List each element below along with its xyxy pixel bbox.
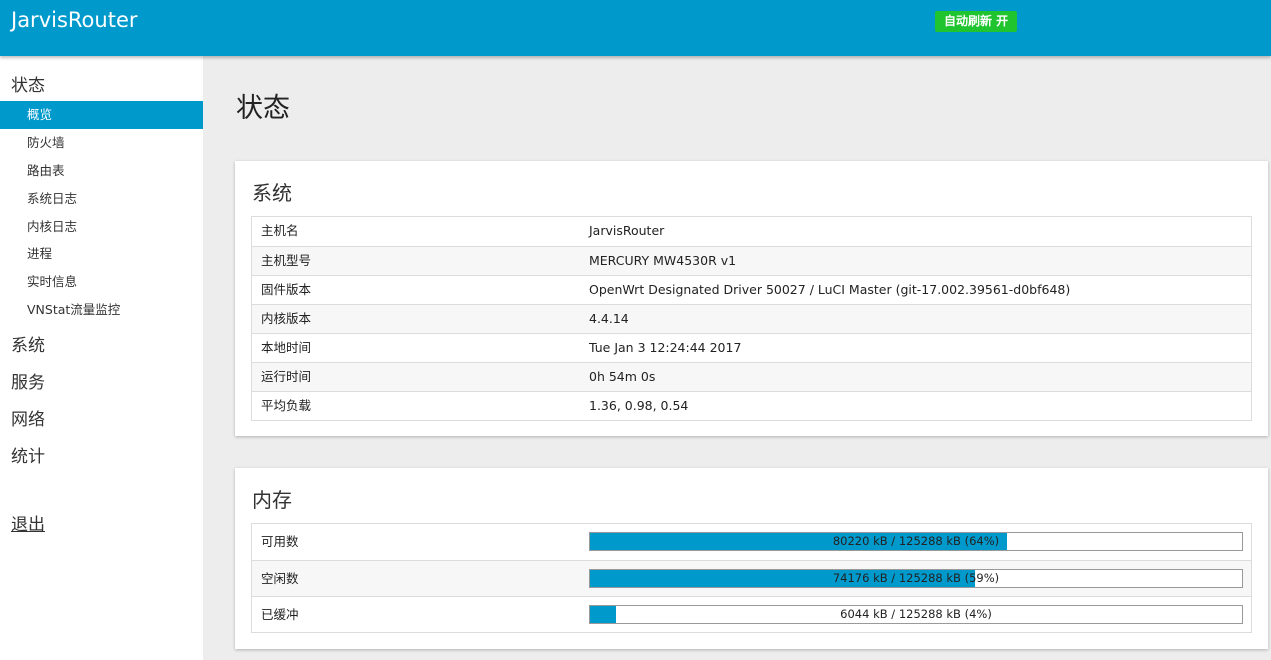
menu-category-status[interactable]: 状态 xyxy=(11,71,45,96)
sidebar: 状态 概览 防火墙 路由表 系统日志 内核日志 进程 实时信息 VNStat流量… xyxy=(0,56,203,660)
row-key: 固件版本 xyxy=(261,282,312,297)
row-key: 本地时间 xyxy=(261,340,312,355)
menu-item-routes[interactable]: 路由表 xyxy=(0,157,203,185)
system-card-title: 系统 xyxy=(252,181,292,205)
table-row: 空闲数 74176 kB / 125288 kB (59%) xyxy=(252,560,1251,596)
system-card: 系统 主机名 JarvisRouter 主机型号 MERCURY MW4530R… xyxy=(235,161,1268,436)
menu-item-vnstat[interactable]: VNStat流量监控 xyxy=(0,296,203,324)
menu-category-system[interactable]: 系统 xyxy=(11,331,45,356)
load-average-value: 1.36, 0.98, 0.54 xyxy=(589,398,689,413)
row-key: 可用数 xyxy=(261,534,299,549)
progress-text: 74176 kB / 125288 kB (59%) xyxy=(832,571,1000,585)
available-memory-bar: 80220 kB / 125288 kB (64%) xyxy=(589,532,1243,551)
buffered-memory-bar: 6044 kB / 125288 kB (4%) xyxy=(589,605,1243,624)
table-row: 主机名 JarvisRouter xyxy=(252,217,1251,246)
top-header: JarvisRouter 自动刷新 开 xyxy=(0,0,1271,56)
table-row: 本地时间 Tue Jan 3 12:24:44 2017 xyxy=(252,333,1251,362)
local-time-value: Tue Jan 3 12:24:44 2017 xyxy=(589,340,742,355)
memory-card: 内存 可用数 80220 kB / 125288 kB (64%) 空闲数 74… xyxy=(235,468,1268,649)
menu-category-network[interactable]: 网络 xyxy=(11,405,45,430)
progress-text: 6044 kB / 125288 kB (4%) xyxy=(840,607,992,621)
table-row: 主机型号 MERCURY MW4530R v1 xyxy=(252,246,1251,275)
menu-category-statistics[interactable]: 统计 xyxy=(11,442,45,467)
menu-item-system-log[interactable]: 系统日志 xyxy=(0,185,203,213)
brand-link[interactable]: JarvisRouter xyxy=(11,8,138,32)
row-key: 空闲数 xyxy=(261,571,299,586)
menu-item-overview[interactable]: 概览 xyxy=(0,101,203,129)
row-key: 运行时间 xyxy=(261,369,312,384)
hostname-value: JarvisRouter xyxy=(589,223,665,238)
menu-item-realtime[interactable]: 实时信息 xyxy=(0,268,203,296)
menu-item-firewall[interactable]: 防火墙 xyxy=(0,129,203,157)
firmware-value: OpenWrt Designated Driver 50027 / LuCI M… xyxy=(589,282,1071,297)
row-key: 已缓冲 xyxy=(261,607,299,622)
table-row: 已缓冲 6044 kB / 125288 kB (4%) xyxy=(252,596,1251,632)
row-key: 主机型号 xyxy=(261,253,312,268)
auto-refresh-toggle[interactable]: 自动刷新 开 xyxy=(935,11,1018,32)
model-value: MERCURY MW4530R v1 xyxy=(589,253,737,268)
uptime-value: 0h 54m 0s xyxy=(589,369,656,384)
free-memory-bar: 74176 kB / 125288 kB (59%) xyxy=(589,569,1243,588)
system-table: 主机名 JarvisRouter 主机型号 MERCURY MW4530R v1… xyxy=(251,216,1252,421)
row-key: 平均负载 xyxy=(261,398,312,413)
row-key: 内核版本 xyxy=(261,311,312,326)
menu-category-services[interactable]: 服务 xyxy=(11,368,45,393)
table-row: 平均负载 1.36, 0.98, 0.54 xyxy=(252,391,1251,420)
memory-table: 可用数 80220 kB / 125288 kB (64%) 空闲数 74176… xyxy=(251,523,1252,633)
table-row: 固件版本 OpenWrt Designated Driver 50027 / L… xyxy=(252,275,1251,304)
memory-card-title: 内存 xyxy=(252,488,292,512)
table-row: 可用数 80220 kB / 125288 kB (64%) xyxy=(252,524,1251,560)
progress-text: 80220 kB / 125288 kB (64%) xyxy=(832,534,1000,548)
logout-link[interactable]: 退出 xyxy=(11,510,45,535)
table-row: 内核版本 4.4.14 xyxy=(252,304,1251,333)
row-key: 主机名 xyxy=(261,223,299,238)
menu-item-processes[interactable]: 进程 xyxy=(0,240,203,268)
menu-item-kernel-log[interactable]: 内核日志 xyxy=(0,213,203,241)
kernel-value: 4.4.14 xyxy=(589,311,629,326)
page-title: 状态 xyxy=(236,93,290,124)
table-row: 运行时间 0h 54m 0s xyxy=(252,362,1251,391)
